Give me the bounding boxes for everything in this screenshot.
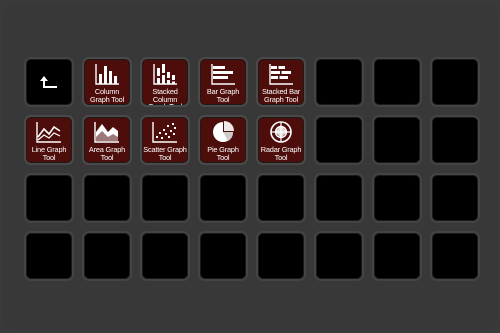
- empty-key[interactable]: [430, 173, 480, 223]
- area-graph-icon: [94, 122, 119, 143]
- empty-key[interactable]: [372, 115, 422, 165]
- scatter-graph-icon: [152, 122, 177, 143]
- scatter-graph-tool-label: Scatter Graph Tool: [143, 145, 187, 162]
- empty-key[interactable]: [372, 231, 422, 281]
- empty-key[interactable]: [430, 57, 480, 107]
- empty-key[interactable]: [430, 115, 480, 165]
- stacked-bar-graph-tool-key[interactable]: Stacked Bar Graph Tool: [256, 57, 306, 107]
- area-graph-tool-label: Area Graph Tool: [88, 145, 126, 162]
- stacked-column-graph-tool-label: Stacked Column Graph Tool: [147, 87, 183, 107]
- radar-graph-icon: [270, 121, 292, 143]
- empty-key[interactable]: [430, 231, 480, 281]
- empty-key[interactable]: [140, 173, 190, 223]
- empty-key[interactable]: [82, 231, 132, 281]
- empty-key[interactable]: [24, 231, 74, 281]
- stacked-column-graph-icon: [153, 64, 177, 85]
- key-grid: Column Graph Tool Stacked Column Graph T…: [24, 57, 480, 281]
- stacked-bar-graph-tool-label: Stacked Bar Graph Tool: [261, 87, 301, 104]
- empty-key[interactable]: [256, 231, 306, 281]
- area-graph-tool-key[interactable]: Area Graph Tool: [82, 115, 132, 165]
- stream-deck-panel: Column Graph Tool Stacked Column Graph T…: [2, 2, 498, 331]
- stacked-column-graph-tool-key[interactable]: Stacked Column Graph Tool: [140, 57, 190, 107]
- bar-graph-tool-label: Bar Graph Tool: [206, 87, 240, 104]
- stacked-bar-graph-icon: [269, 64, 293, 85]
- bar-graph-tool-key[interactable]: Bar Graph Tool: [198, 57, 248, 107]
- empty-key[interactable]: [256, 173, 306, 223]
- empty-key[interactable]: [372, 173, 422, 223]
- empty-key[interactable]: [198, 173, 248, 223]
- back-key[interactable]: [24, 57, 74, 107]
- column-graph-tool-key[interactable]: Column Graph Tool: [82, 57, 132, 107]
- empty-key[interactable]: [82, 173, 132, 223]
- column-graph-icon: [95, 64, 119, 85]
- empty-key[interactable]: [314, 173, 364, 223]
- line-graph-tool-key[interactable]: Line Graph Tool: [24, 115, 74, 165]
- radar-graph-tool-key[interactable]: Radar Graph Tool: [256, 115, 306, 165]
- empty-key[interactable]: [314, 115, 364, 165]
- radar-graph-tool-label: Radar Graph Tool: [260, 145, 302, 162]
- scatter-graph-tool-key[interactable]: Scatter Graph Tool: [140, 115, 190, 165]
- column-graph-tool-label: Column Graph Tool: [89, 87, 125, 104]
- back-arrow-icon: [40, 76, 57, 88]
- empty-key[interactable]: [314, 57, 364, 107]
- line-graph-icon: [36, 122, 61, 143]
- pie-graph-icon: [213, 121, 234, 142]
- empty-key[interactable]: [314, 231, 364, 281]
- empty-key[interactable]: [140, 231, 190, 281]
- empty-key[interactable]: [198, 231, 248, 281]
- empty-key[interactable]: [24, 173, 74, 223]
- bar-graph-icon: [211, 64, 235, 85]
- empty-key[interactable]: [372, 57, 422, 107]
- pie-graph-tool-key[interactable]: Pie Graph Tool: [198, 115, 248, 165]
- pie-graph-tool-label: Pie Graph Tool: [207, 145, 239, 162]
- line-graph-tool-label: Line Graph Tool: [31, 145, 67, 162]
